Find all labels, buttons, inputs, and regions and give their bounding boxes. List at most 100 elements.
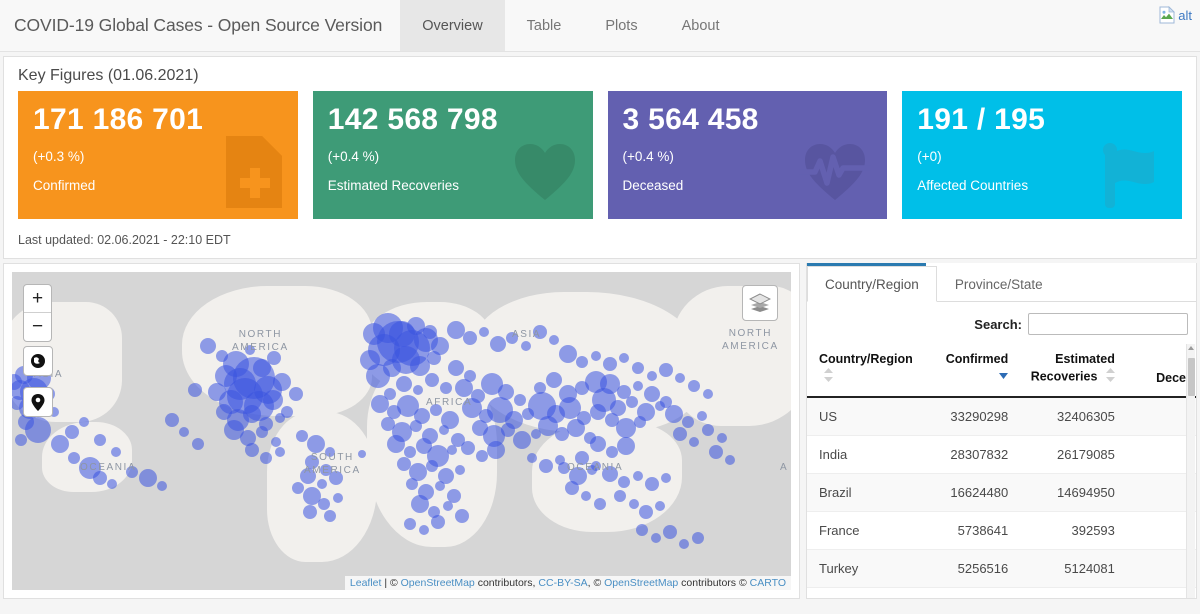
map-case-marker[interactable] [546,372,562,388]
map-case-marker[interactable] [387,435,405,453]
map-case-marker[interactable] [273,373,291,391]
map-case-marker[interactable] [179,427,189,437]
attribution-link-osm-2[interactable]: OpenStreetMap [604,577,678,589]
table-row[interactable]: US3329029832406305 [807,397,1196,436]
map-case-marker[interactable] [271,437,281,447]
kpi-card-recoveries[interactable]: 142 568 798 (+0.4 %) Estimated Recoverie… [313,91,593,219]
globe-icon[interactable] [23,346,53,376]
map-case-marker[interactable] [636,524,648,536]
map-case-marker[interactable] [413,385,423,395]
map-case-marker[interactable] [396,376,412,392]
map-case-marker[interactable] [639,505,653,519]
map-case-marker[interactable] [619,353,629,363]
map-case-marker[interactable] [461,441,475,455]
map-case-marker[interactable] [404,518,416,530]
map-case-marker[interactable] [455,509,469,523]
map-case-marker[interactable] [68,452,80,464]
map-case-marker[interactable] [275,447,285,457]
map-case-marker[interactable] [725,455,735,465]
map-case-marker[interactable] [581,491,591,501]
map-case-marker[interactable] [689,437,699,447]
map-case-marker[interactable] [435,481,445,491]
map-case-marker[interactable] [439,425,449,435]
map-case-marker[interactable] [673,427,687,441]
map-case-marker[interactable] [644,386,660,402]
map-case-marker[interactable] [629,499,639,509]
attribution-link-osm-1[interactable]: OpenStreetMap [401,577,475,589]
map-case-marker[interactable] [192,438,204,450]
map-case-marker[interactable] [425,373,439,387]
map-case-marker[interactable] [360,350,380,370]
map-case-marker[interactable] [404,446,416,458]
map-case-marker[interactable] [576,356,588,368]
map-case-marker[interactable] [245,443,259,457]
map-case-marker[interactable] [614,490,626,502]
map-case-marker[interactable] [463,331,477,345]
attribution-link-carto[interactable]: CARTO [750,577,786,589]
map-case-marker[interactable] [661,473,671,483]
map-case-marker[interactable] [165,413,179,427]
table-row[interactable]: Russia50228814639309 [807,588,1196,599]
map-case-marker[interactable] [448,360,464,376]
map-case-marker[interactable] [107,479,117,489]
map-case-marker[interactable] [256,426,268,438]
map-case-marker[interactable] [263,390,283,410]
table-row[interactable]: Brazil1662448014694950 [807,474,1196,512]
scrollbar-thumb[interactable] [1188,358,1195,396]
map-case-marker[interactable] [423,325,437,339]
nav-tab-plots[interactable]: Plots [583,0,659,51]
map-case-marker[interactable] [292,482,304,494]
zoom-out-button[interactable]: − [24,313,51,341]
map-case-marker[interactable] [15,434,27,446]
map-case-marker[interactable] [651,533,661,543]
map-case-marker[interactable] [426,460,438,472]
map-case-marker[interactable] [479,327,489,337]
map-case-marker[interactable] [679,539,689,549]
column-header-confirmed[interactable]: Confirmed [929,344,1018,397]
attribution-link-leaflet[interactable]: Leaflet [350,577,382,589]
map-case-marker[interactable] [79,417,89,427]
map-case-marker[interactable] [318,498,330,510]
map-case-marker[interactable] [157,481,167,491]
map-case-marker[interactable] [51,435,69,453]
map-case-marker[interactable] [617,437,635,455]
map-case-marker[interactable] [111,447,121,457]
nav-tab-table[interactable]: Table [505,0,584,51]
map-case-marker[interactable] [555,455,565,465]
zoom-in-button[interactable]: + [24,285,51,313]
map-case-marker[interactable] [289,387,303,401]
map-case-marker[interactable] [565,481,579,495]
map-case-marker[interactable] [333,493,343,503]
tab-country-region[interactable]: Country/Region [807,266,937,302]
table-row[interactable]: France5738641392593 [807,512,1196,550]
map-case-marker[interactable] [616,418,636,438]
nav-tab-about[interactable]: About [660,0,742,51]
map-case-marker[interactable] [431,515,445,529]
map-case-marker[interactable] [594,498,606,510]
map-case-marker[interactable] [296,430,308,442]
map-case-marker[interactable] [659,363,673,377]
map-case-marker[interactable] [406,478,418,490]
search-input[interactable] [1028,313,1188,335]
map-case-marker[interactable] [431,337,449,355]
map-case-marker[interactable] [521,341,531,351]
map-case-marker[interactable] [200,338,216,354]
map-case-marker[interactable] [559,345,577,363]
map-case-marker[interactable] [527,453,537,463]
map-case-marker[interactable] [94,434,106,446]
map-pin-icon[interactable] [23,387,53,417]
map-case-marker[interactable] [534,382,546,394]
map-case-marker[interactable] [487,441,505,459]
attribution-link-ccbysa[interactable]: CC-BY-SA [538,577,587,589]
map-case-marker[interactable] [419,525,429,535]
map-case-marker[interactable] [633,471,643,481]
map-zoom-control[interactable]: + − [23,284,52,342]
map-case-marker[interactable] [663,525,677,539]
map-case-marker[interactable] [703,389,713,399]
map-case-marker[interactable] [275,413,285,423]
map-case-marker[interactable] [324,510,336,522]
map-case-marker[interactable] [618,476,630,488]
map-case-marker[interactable] [647,371,657,381]
map-case-marker[interactable] [709,445,723,459]
map-case-marker[interactable] [665,405,683,423]
